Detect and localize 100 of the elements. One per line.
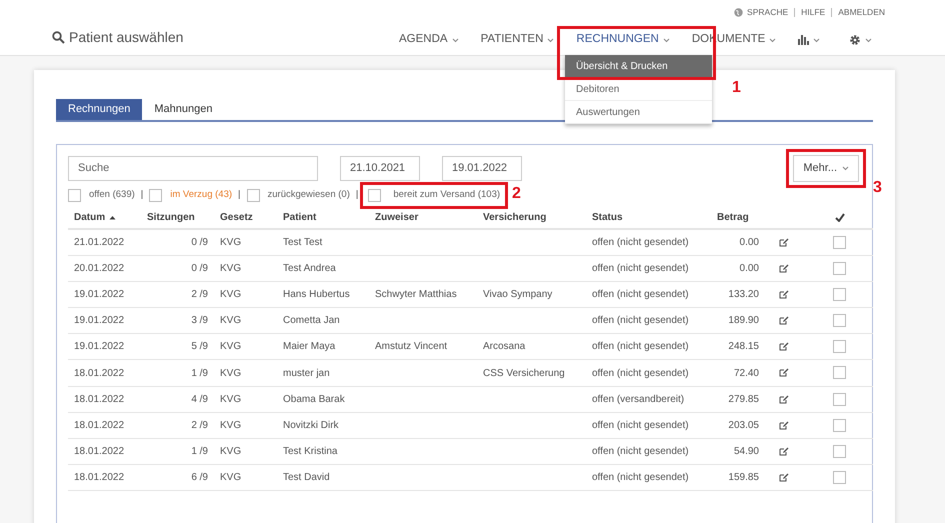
edit-icon[interactable]	[778, 473, 788, 482]
table-cell: 72.40	[734, 368, 759, 379]
menu-item[interactable]: Übersicht & Drucken	[565, 55, 712, 78]
table-cell: Vivao Sympany	[483, 288, 552, 300]
column-header: Zuweiser	[369, 207, 477, 229]
separator: |	[140, 188, 144, 202]
table-cell: KVG	[220, 394, 242, 405]
table-cell: Test Test	[283, 236, 322, 248]
caret-icon	[547, 38, 554, 42]
caret-icon	[842, 166, 849, 170]
table-cell: Amstutz Vincent	[375, 341, 448, 352]
table-cell: KVG	[220, 472, 242, 484]
column-header: Gesetz	[214, 207, 277, 229]
table-cell: 133.20	[728, 288, 759, 300]
tab[interactable]: Rechnungen	[56, 99, 142, 120]
checkbox[interactable]	[833, 314, 846, 328]
column-header: Versicherung	[477, 207, 586, 229]
date-field[interactable]: 21.10.2021	[340, 156, 420, 180]
edit-icon[interactable]	[778, 446, 788, 456]
bar-chart-icon	[798, 35, 810, 45]
tab[interactable]: Mahnungen	[142, 99, 224, 120]
checkbox[interactable]	[149, 188, 162, 202]
more-button[interactable]: Mehr...	[793, 154, 859, 182]
edit-icon[interactable]	[778, 290, 788, 299]
menu-item[interactable]: Auswertungen	[565, 101, 712, 124]
nav-item[interactable]: AGENDA	[388, 30, 470, 50]
table-cell: Test Kristina	[283, 446, 338, 458]
link[interactable]: HILFE	[801, 6, 826, 19]
table-cell: 18.01.2022	[74, 420, 124, 431]
table-cell: KVG	[220, 288, 242, 300]
table-cell: 21.01.2022	[74, 236, 124, 248]
menu-item[interactable]: Debitoren	[565, 78, 712, 101]
checkbox[interactable]	[833, 236, 846, 249]
table-cell: KVG	[220, 262, 242, 274]
table-cell: 3 /9	[191, 315, 208, 326]
table-cell: 2 /9	[191, 420, 208, 431]
table-cell: offen (nicht gesendet)	[592, 446, 689, 458]
checkbox[interactable]	[833, 392, 846, 406]
edit-icon[interactable]	[778, 342, 788, 352]
column-header[interactable]: Datum	[74, 210, 116, 225]
edit-icon[interactable]	[778, 394, 788, 404]
table-cell: Obama Barak	[283, 394, 345, 405]
filter-label[interactable]: offen (639)	[89, 188, 135, 202]
table-cell: Test Andrea	[283, 262, 336, 274]
edit-icon[interactable]	[778, 420, 788, 430]
table-cell: 19.01.2022	[74, 341, 124, 352]
edit-icon[interactable]	[778, 368, 788, 378]
checkbox[interactable]	[246, 188, 260, 202]
table-cell: offen (nicht gesendet)	[592, 341, 689, 352]
table-cell: offen (versandbereit)	[592, 394, 684, 405]
filter-label[interactable]: zurückgewiesen (0)	[268, 188, 350, 202]
checkbox[interactable]	[833, 262, 846, 275]
table-cell: 279.85	[728, 394, 759, 405]
table-cell: Test David	[283, 472, 330, 484]
table-cell: 19.01.2022	[74, 288, 124, 300]
checkbox[interactable]	[368, 188, 382, 202]
checkbox[interactable]	[833, 366, 846, 380]
table-cell: 203.05	[728, 420, 759, 431]
link[interactable]: ABMELDEN	[838, 6, 885, 19]
table-cell: 0 /9	[191, 236, 208, 248]
table-cell: Hans Hubertus	[283, 288, 350, 300]
table-cell: 189.90	[728, 315, 759, 326]
table-cell: offen (nicht gesendet)	[592, 315, 689, 326]
table-cell: offen (nicht gesendet)	[592, 236, 689, 248]
checkbox[interactable]	[833, 340, 846, 354]
separator: |	[238, 188, 240, 202]
table-cell: 159.85	[728, 472, 759, 484]
table-cell: KVG	[220, 420, 242, 431]
table-cell: offen (nicht gesendet)	[592, 472, 689, 484]
link[interactable]: SPRACHE	[734, 6, 788, 19]
table-cell: KVG	[220, 446, 242, 458]
nav-item[interactable]: PATIENTEN	[470, 30, 566, 50]
edit-icon[interactable]	[778, 264, 788, 273]
table-cell: offen (nicht gesendet)	[592, 368, 689, 379]
table-cell: 248.15	[728, 341, 759, 352]
checkbox[interactable]	[68, 188, 81, 202]
filter-label[interactable]: bereit zum Versand (103)	[393, 188, 500, 202]
search-field[interactable]: Suche	[68, 156, 318, 180]
table-cell: 20.01.2022	[74, 262, 124, 274]
edit-icon[interactable]	[778, 316, 788, 326]
callout-number: 1	[732, 80, 741, 96]
checkbox[interactable]	[833, 444, 846, 458]
callout-number: 3	[873, 180, 882, 196]
column-header: Status	[586, 207, 711, 229]
table-cell: 18.01.2022	[74, 394, 124, 405]
sort-icon	[109, 215, 116, 220]
caret-icon	[662, 38, 670, 42]
table-cell: 18.01.2022	[74, 368, 124, 379]
edit-icon[interactable]	[778, 238, 788, 247]
checkbox[interactable]	[833, 288, 846, 301]
checkbox[interactable]	[833, 418, 846, 432]
column-header: Patient	[277, 207, 369, 229]
date-field[interactable]: 19.01.2022	[442, 156, 522, 180]
table-cell: 1 /9	[191, 368, 208, 379]
patient-search[interactable]: Patient auswählen	[52, 27, 184, 48]
table-cell: 0 /9	[191, 262, 208, 274]
checkbox[interactable]	[833, 471, 846, 484]
gear-icon	[849, 34, 862, 46]
table-cell: Cometta Jan	[283, 315, 340, 326]
nav-item[interactable]: RECHNUNGEN	[565, 30, 681, 50]
